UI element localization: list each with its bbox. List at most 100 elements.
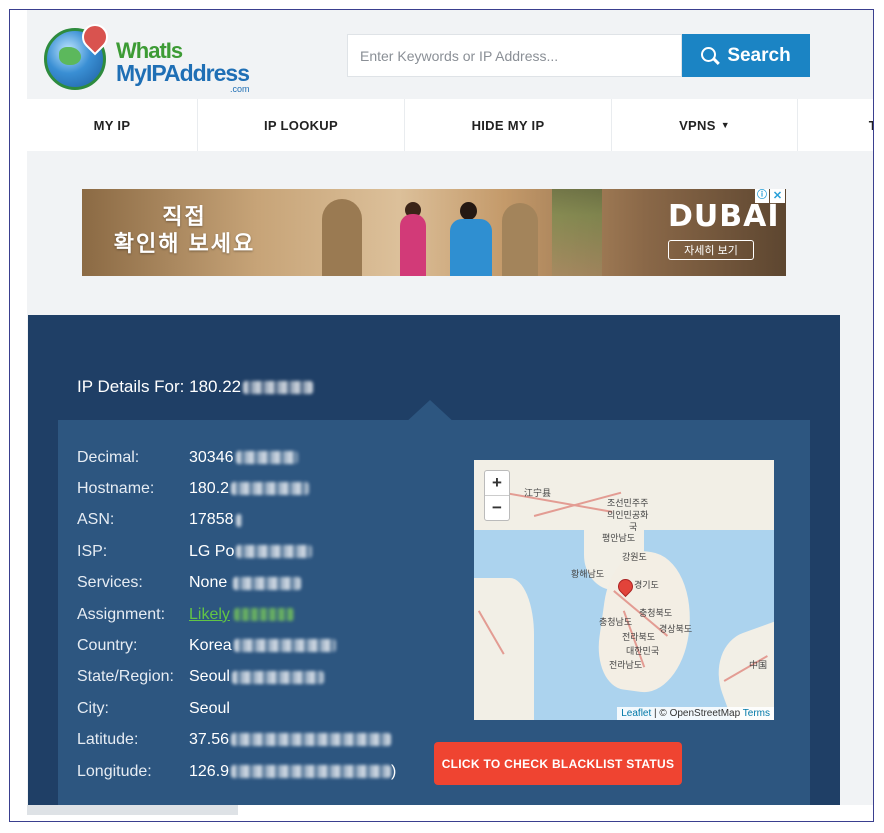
detail-row-asn: ASN: 17858	[77, 505, 396, 536]
ad-info-icon[interactable]: ⓘ	[755, 189, 769, 203]
map-label: 전라북도	[622, 633, 656, 643]
ad-arch-decoration	[322, 199, 362, 276]
detail-row-country: Country: Korea	[77, 630, 396, 661]
detail-label: Latitude:	[77, 731, 139, 749]
ad-palm-decoration	[552, 189, 602, 276]
ip-details-section: IP Details For: 180.22 Decimal: 30346 Ho…	[28, 315, 840, 805]
map-label: 강원도	[622, 553, 647, 563]
site-logo[interactable]: WhatIs MyIPAddress .com	[44, 18, 254, 96]
detail-row-state-region: State/Region: Seoul	[77, 662, 396, 693]
detail-label: ASN:	[77, 511, 115, 529]
map-label: 전라남도	[609, 661, 643, 671]
map-label: 江宁县	[524, 489, 552, 499]
detail-label: Decimal:	[77, 448, 140, 466]
map-label: 평안남도	[602, 534, 636, 544]
ip-details-list: Decimal: 30346 Hostname: 180.2 ASN: 1785…	[77, 442, 396, 787]
detail-value: Korea	[189, 637, 336, 655]
ad-arch-decoration	[502, 203, 538, 276]
zoom-in-button[interactable]: +	[485, 471, 509, 495]
redacted-text	[233, 639, 336, 653]
ip-details-panel: Decimal: 30346 Hostname: 180.2 ASN: 1785…	[58, 420, 810, 805]
detail-label: Assignment:	[77, 605, 166, 623]
location-map[interactable]: 江宁县 조선민주주 의인민공화 국 강원도 평안남도 황해남도 경기도 충청북도…	[474, 460, 774, 720]
check-blacklist-button[interactable]: CLICK TO CHECK BLACKLIST STATUS	[434, 742, 682, 785]
assignment-link[interactable]: Likely	[189, 606, 230, 623]
detail-row-city: City: Seoul	[77, 693, 396, 724]
detail-value: Likely	[189, 606, 294, 624]
detail-row-longitude: Longitude: 126.9)	[77, 756, 396, 787]
redacted-text	[236, 545, 313, 559]
detail-label: Hostname:	[77, 480, 155, 498]
bottom-strip	[27, 805, 238, 815]
redacted-text	[231, 670, 324, 684]
detail-label: Services:	[77, 574, 143, 592]
nav-item-label: HIDE MY IP	[471, 117, 545, 133]
detail-row-latitude: Latitude: 37.56	[77, 725, 396, 756]
detail-value: LG Po	[189, 543, 313, 561]
map-label: 中国	[749, 661, 768, 671]
caret-down-icon: ▼	[720, 120, 730, 130]
zoom-out-button[interactable]: −	[485, 495, 509, 520]
map-zoom-control: + −	[484, 470, 510, 521]
map-label: 대한민국	[626, 647, 660, 657]
terms-link[interactable]: Terms	[743, 708, 770, 719]
detail-label: ISP:	[77, 542, 108, 560]
detail-row-hostname: Hostname: 180.2	[77, 473, 396, 504]
detail-row-services: Services: None	[77, 568, 396, 599]
map-land	[474, 578, 534, 720]
ad-person	[450, 219, 492, 276]
ad-close-icon[interactable]: ✕	[770, 189, 785, 203]
nav-item-my-ip[interactable]: MY IP	[27, 99, 198, 151]
detail-row-assignment: Assignment: Likely	[77, 599, 396, 630]
redacted-text	[233, 607, 294, 621]
map-label: 경상북도	[659, 625, 693, 635]
nav-item-vpns[interactable]: VPNS ▼	[612, 99, 798, 151]
redacted-text	[243, 381, 314, 395]
detail-value: 126.9)	[189, 762, 397, 780]
search-icon	[701, 46, 719, 65]
attribution-text: | © OpenStreetMap	[651, 708, 743, 719]
detail-label: Longitude:	[77, 762, 152, 780]
nav-item-hide-my-ip[interactable]: HIDE MY IP	[405, 99, 612, 151]
ip-details-title: IP Details For: 180.22	[77, 377, 314, 397]
redacted-text	[231, 482, 310, 496]
ad-cta-button[interactable]: 자세히 보기	[668, 240, 754, 260]
nav-item-label: IP LOOKUP	[264, 117, 338, 133]
detail-value: Seoul	[189, 699, 230, 717]
search-button[interactable]: Search	[682, 34, 810, 77]
search-input[interactable]	[347, 34, 682, 77]
map-label: 경기도	[634, 581, 659, 591]
detail-value: None	[189, 574, 302, 592]
map-label: 충청남도	[599, 618, 633, 628]
detail-row-decimal: Decimal: 30346	[77, 442, 396, 473]
detail-value: 180.2	[189, 480, 310, 498]
search-button-label: Search	[727, 44, 791, 66]
detail-value: Seoul	[189, 668, 324, 686]
logo-text-suffix: .com	[230, 84, 250, 94]
map-attribution: Leaflet | © OpenStreetMap Terms	[617, 707, 774, 720]
ad-brand-logo: DUBAI	[668, 199, 780, 234]
logo-text-line2: MyIPAddress	[116, 60, 250, 86]
ad-person	[400, 214, 426, 276]
map-label: 황해남도	[571, 570, 605, 580]
nav-item-truncated[interactable]: T	[798, 99, 873, 151]
nav-item-label: T	[869, 118, 873, 133]
redacted-text	[235, 450, 298, 464]
detail-row-isp: ISP: LG Po	[77, 536, 396, 567]
detail-value: 30346	[189, 449, 298, 467]
map-label: 충청북도	[639, 609, 673, 619]
redacted-text	[231, 733, 392, 747]
nav-item-ip-lookup[interactable]: IP LOOKUP	[198, 99, 405, 151]
detail-label: State/Region:	[77, 668, 174, 686]
redacted-text	[235, 513, 242, 527]
nav-item-label: MY IP	[93, 117, 131, 133]
leaflet-link[interactable]: Leaflet	[621, 708, 651, 719]
ad-banner[interactable]: 직접 확인해 보세요 DUBAI 자세히 보기 ⓘ ✕	[82, 189, 786, 276]
detail-value: 37.56	[189, 731, 392, 749]
detail-label: City:	[77, 699, 109, 717]
detail-label: Country:	[77, 637, 138, 655]
browser-frame: WhatIs MyIPAddress .com Search MY IP IP …	[9, 9, 874, 822]
redacted-text	[231, 764, 392, 778]
nav-item-label: VPNS	[679, 117, 716, 133]
detail-value: 17858	[189, 511, 242, 529]
